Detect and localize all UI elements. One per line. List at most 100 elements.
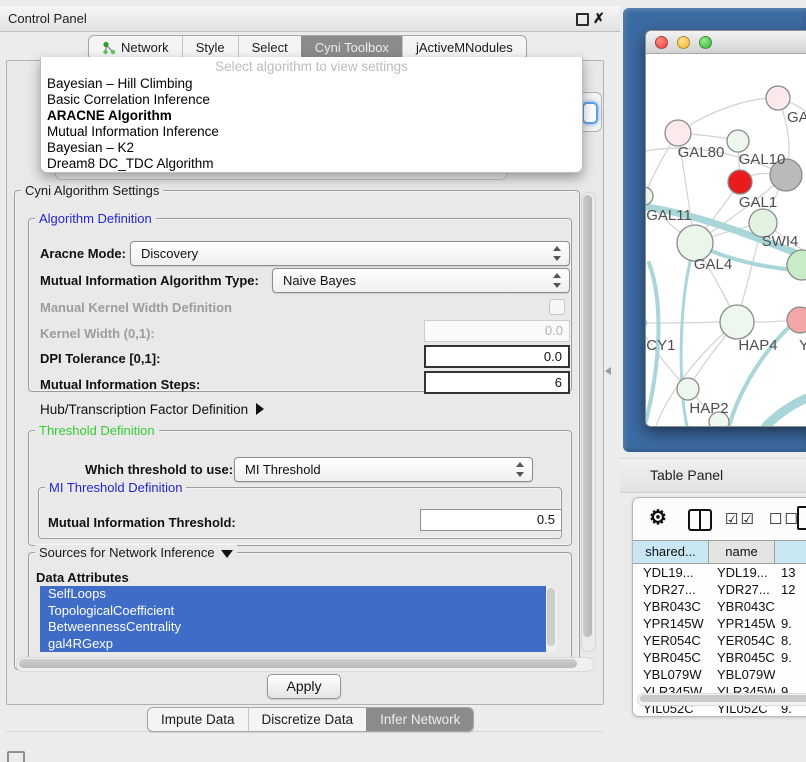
combo-stepper-icon xyxy=(552,273,561,288)
select-all-rows-icon[interactable]: ☑☑ xyxy=(725,510,756,528)
table-row[interactable]: YBR043CYBR043C xyxy=(633,598,806,615)
table-cell: YBL079W xyxy=(633,666,709,683)
aracne-mode-combo[interactable]: Discovery xyxy=(130,241,570,266)
mi-threshold-field[interactable]: 0.5 xyxy=(420,509,562,531)
algorithm-option[interactable]: Basic Correlation Inference xyxy=(41,92,582,108)
network-node[interactable] xyxy=(646,187,653,205)
apply-button[interactable]: Apply xyxy=(267,674,341,699)
algorithm-option[interactable]: ARACNE Algorithm xyxy=(41,108,582,124)
settings-vertical-scrollbar[interactable] xyxy=(581,192,596,652)
split-columns-icon[interactable] xyxy=(688,509,712,531)
scrollbar-thumb[interactable] xyxy=(583,195,592,637)
attributes-list-scrollbar[interactable] xyxy=(546,586,557,652)
tab-select[interactable]: Select xyxy=(238,36,301,59)
tab-infer-network[interactable]: Infer Network xyxy=(366,708,473,731)
which-threshold-combo[interactable]: MI Threshold xyxy=(234,457,533,482)
table-cell: YBR043C xyxy=(709,598,775,615)
tab-impute-data[interactable]: Impute Data xyxy=(148,708,248,731)
table-toolbar: ⚙ ☑☑ ☐☐ xyxy=(633,498,806,540)
mi-type-combo[interactable]: Naive Bayes xyxy=(272,268,570,293)
column-header-clipped[interactable] xyxy=(775,541,806,563)
network-edge xyxy=(766,393,806,426)
algorithm-dropdown[interactable]: Select algorithm to view settings Bayesi… xyxy=(40,57,583,173)
table-row[interactable]: YBR045CYBR045C9. xyxy=(633,649,806,666)
table-cell: 12 xyxy=(775,581,806,598)
float-panel-icon[interactable] xyxy=(576,13,589,26)
algorithm-option[interactable]: Dream8 DC_TDC Algorithm xyxy=(41,156,582,172)
data-attributes-label: Data Attributes xyxy=(36,570,129,585)
combo-stepper-icon xyxy=(515,462,524,477)
mi-threshold-label: Mutual Information Threshold: xyxy=(48,515,236,530)
tab-cyni-toolbox[interactable]: Cyni Toolbox xyxy=(301,36,402,59)
algorithm-option[interactable]: Mutual Information Inference xyxy=(41,124,582,140)
table-row[interactable]: YDR27...YDR27...12 xyxy=(633,581,806,598)
network-node[interactable] xyxy=(787,307,806,333)
network-node[interactable] xyxy=(787,250,806,280)
data-attributes-list[interactable]: SelfLoopsTopologicalCoefficientBetweenne… xyxy=(40,586,546,652)
zoom-traffic-light-icon[interactable] xyxy=(699,36,712,49)
algorithm-dropdown-list: Bayesian – Hill ClimbingBasic Correlatio… xyxy=(41,76,582,172)
column-header-name[interactable]: name xyxy=(709,541,775,563)
collapsed-panel-icon[interactable] xyxy=(7,751,25,762)
source-attribute-item[interactable]: BetweennessCentrality xyxy=(40,619,546,636)
scrollbar-thumb[interactable] xyxy=(19,659,577,668)
deselect-all-rows-icon[interactable]: ☐☐ xyxy=(769,510,800,528)
hub-definition-toggle[interactable]: Hub/Transcription Factor Definition xyxy=(40,402,264,417)
source-attribute-item[interactable]: gal4RGexp xyxy=(40,636,546,653)
column-header-shared-name[interactable]: shared... xyxy=(633,541,709,563)
table-panel-title: Table Panel xyxy=(650,459,723,492)
tab-network[interactable]: Network xyxy=(89,36,182,59)
minimize-traffic-light-icon[interactable] xyxy=(677,36,690,49)
sources-title[interactable]: Sources for Network Inference xyxy=(35,545,237,560)
combo-arrow-button[interactable] xyxy=(582,102,598,124)
close-traffic-light-icon[interactable] xyxy=(655,36,668,49)
table-cell: 8. xyxy=(775,632,806,649)
kernel-width-field[interactable]: 0.0 xyxy=(424,320,570,342)
split-pane-handle-icon[interactable] xyxy=(605,367,611,375)
table-cell: YDR27... xyxy=(709,581,775,598)
dpi-tolerance-field[interactable]: 0.0 xyxy=(424,345,570,368)
export-table-icon[interactable] xyxy=(797,506,806,530)
tab-jactivemnodules[interactable]: jActiveMNodules xyxy=(402,36,526,59)
network-node[interactable] xyxy=(728,170,752,194)
network-node[interactable] xyxy=(727,130,749,152)
manual-kernel-label: Manual Kernel Width Definition xyxy=(40,300,232,315)
aracne-mode-label: Aracne Mode: xyxy=(40,246,126,261)
source-attribute-item[interactable]: SelfLoops xyxy=(40,586,546,603)
source-attribute-item[interactable]: TopologicalCoefficient xyxy=(40,603,546,620)
table-row[interactable]: YPR145WYPR145W9. xyxy=(633,615,806,632)
mi-threshold-definition-title: MI Threshold Definition xyxy=(45,480,186,495)
scrollbar-thumb[interactable] xyxy=(547,588,555,646)
algorithm-option[interactable]: Bayesian – K2 xyxy=(41,140,582,156)
algorithm-option[interactable]: Bayesian – Hill Climbing xyxy=(41,76,582,92)
table-cell: YBL079W xyxy=(709,666,775,683)
gear-icon[interactable]: ⚙ xyxy=(649,505,667,530)
network-node[interactable] xyxy=(677,378,699,400)
network-node[interactable] xyxy=(766,86,790,110)
mi-steps-field[interactable]: 6 xyxy=(424,371,570,394)
network-node-label: GAL11 xyxy=(646,207,692,224)
settings-horizontal-scrollbar[interactable] xyxy=(16,657,594,672)
table-row[interactable]: YBL079WYBL079W xyxy=(633,666,806,683)
network-node[interactable] xyxy=(720,305,754,339)
scrollbar-thumb[interactable] xyxy=(640,695,806,702)
network-canvas[interactable]: GALGAL80GAL10GAL1GAL11SWI4GAL4GCY1HAP4YH… xyxy=(646,53,806,426)
algorithm-combo-edge[interactable] xyxy=(580,92,602,132)
mi-type-label: Mutual Information Algorithm Type: xyxy=(40,273,259,288)
network-window[interactable]: GALGAL80GAL10GAL1GAL11SWI4GAL4GCY1HAP4YH… xyxy=(645,30,806,427)
table-horizontal-scrollbar[interactable] xyxy=(637,693,806,706)
threshold-definition-title: Threshold Definition xyxy=(35,423,159,438)
tab-style[interactable]: Style xyxy=(182,36,238,59)
table-row[interactable]: YER054CYER054C8. xyxy=(633,632,806,649)
table-row[interactable]: YDL19...YDL19...13 xyxy=(633,564,806,581)
network-node-label: GAL1 xyxy=(739,194,777,211)
close-panel-icon[interactable]: ✗ xyxy=(593,10,605,27)
manual-kernel-checkbox[interactable] xyxy=(549,299,565,315)
expanded-arrow-icon xyxy=(221,550,233,558)
tab-discretize-data[interactable]: Discretize Data xyxy=(248,708,367,731)
table-cell: YBR045C xyxy=(633,649,709,666)
network-window-titlebar[interactable] xyxy=(646,31,806,54)
control-panel-titlebar: Control Panel ✗ xyxy=(0,6,620,32)
network-node[interactable] xyxy=(665,120,691,146)
network-edge xyxy=(678,98,778,133)
